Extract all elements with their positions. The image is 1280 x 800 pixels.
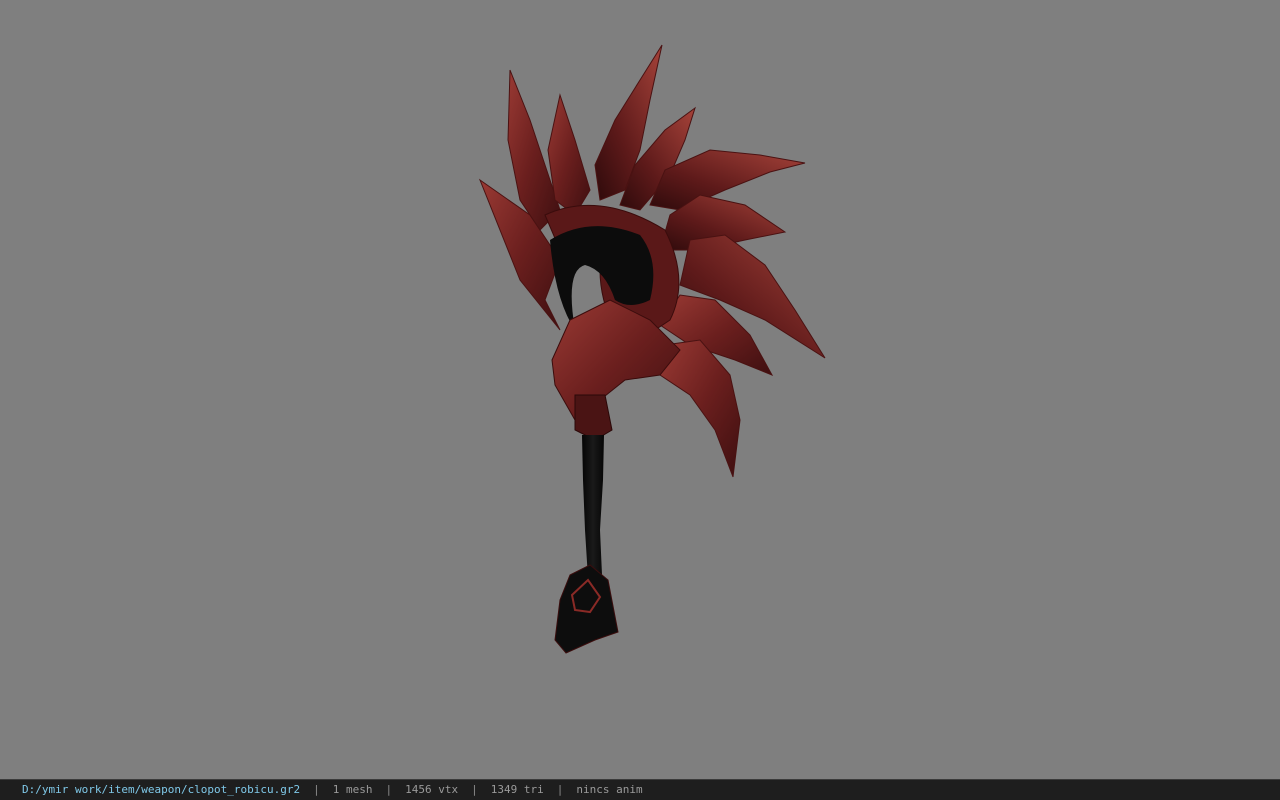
mesh-count: 1 mesh	[332, 783, 373, 796]
separator: |	[471, 783, 478, 796]
vertex-count: 1456 vtx	[405, 783, 459, 796]
separator: |	[556, 783, 564, 796]
3d-viewport[interactable]	[0, 0, 1280, 779]
animation-status: nincs anim	[576, 783, 643, 796]
status-bar: D:/ymir work/item/weapon/clopot_robicu.g…	[0, 779, 1280, 800]
file-path: D:/ymir work/item/weapon/clopot_robicu.g…	[22, 783, 301, 796]
separator: |	[385, 783, 393, 796]
weapon-model	[478, 44, 826, 654]
triangle-count: 1349 tri	[490, 783, 544, 796]
weapon-handle	[554, 435, 619, 654]
separator: |	[313, 783, 320, 796]
blade-spikes	[478, 44, 826, 478]
